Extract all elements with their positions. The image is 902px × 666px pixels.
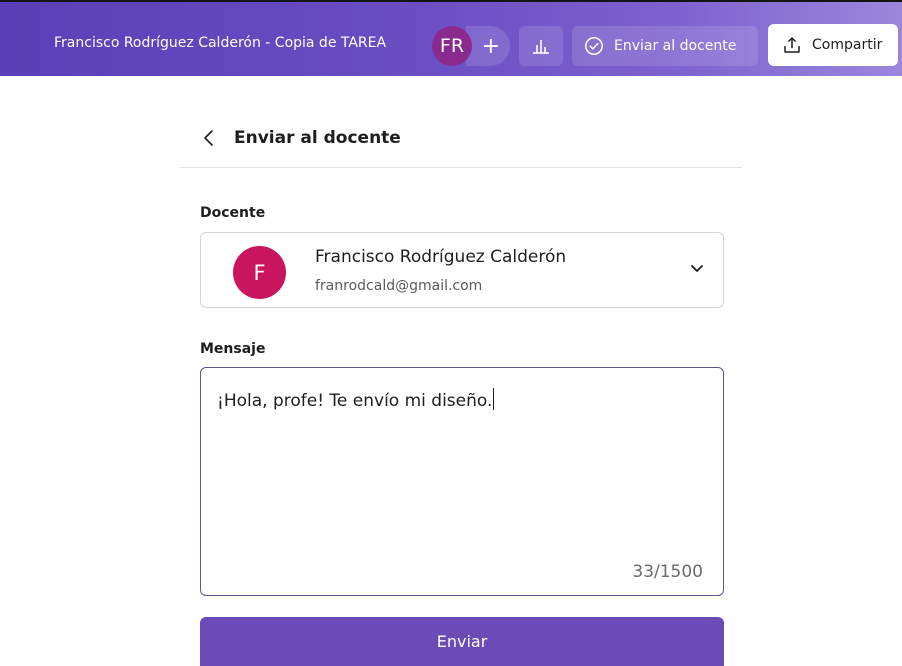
teacher-label: Docente <box>200 205 266 221</box>
message-textarea[interactable]: ¡Hola, profe! Te envío mi diseño. 33/150… <box>200 367 724 596</box>
document-title[interactable]: Francisco Rodríguez Calderón - Copia de … <box>54 35 386 51</box>
upload-icon <box>784 37 800 53</box>
teacher-avatar: F <box>233 246 289 299</box>
send-to-teacher-button[interactable]: Enviar al docente <box>572 26 758 66</box>
panel-header: Enviar al docente <box>202 128 401 148</box>
add-collaborator-button[interactable]: + <box>466 26 510 66</box>
teacher-email: franrodcald@gmail.com <box>315 278 483 294</box>
user-avatar[interactable]: FR <box>432 26 472 66</box>
send-button-label: Enviar <box>436 632 488 651</box>
share-label: Compartir <box>812 37 883 53</box>
message-text-wrap: ¡Hola, profe! Te envío mi diseño. <box>217 388 495 411</box>
teacher-name: Francisco Rodríguez Calderón <box>315 247 567 267</box>
divider <box>180 167 742 168</box>
character-counter: 33/1500 <box>632 562 703 582</box>
teacher-avatar-initial: F <box>233 246 286 299</box>
message-value: ¡Hola, profe! Te envío mi diseño. <box>217 391 493 411</box>
plus-icon: + <box>481 33 500 59</box>
message-label: Mensaje <box>200 341 266 357</box>
check-circle-icon <box>585 37 603 55</box>
chevron-down-icon[interactable] <box>689 263 705 275</box>
teacher-select[interactable]: F Francisco Rodríguez Calderón franrodca… <box>200 232 724 308</box>
text-caret <box>493 388 495 410</box>
bar-chart-icon <box>533 40 549 54</box>
insights-button[interactable] <box>519 26 563 66</box>
send-to-teacher-label: Enviar al docente <box>614 38 737 54</box>
chevron-left-icon[interactable] <box>202 128 216 148</box>
share-button[interactable]: Compartir <box>768 24 898 66</box>
send-button[interactable]: Enviar <box>200 617 724 666</box>
panel-title: Enviar al docente <box>234 128 401 148</box>
top-toolbar: Francisco Rodríguez Calderón - Copia de … <box>0 0 902 76</box>
